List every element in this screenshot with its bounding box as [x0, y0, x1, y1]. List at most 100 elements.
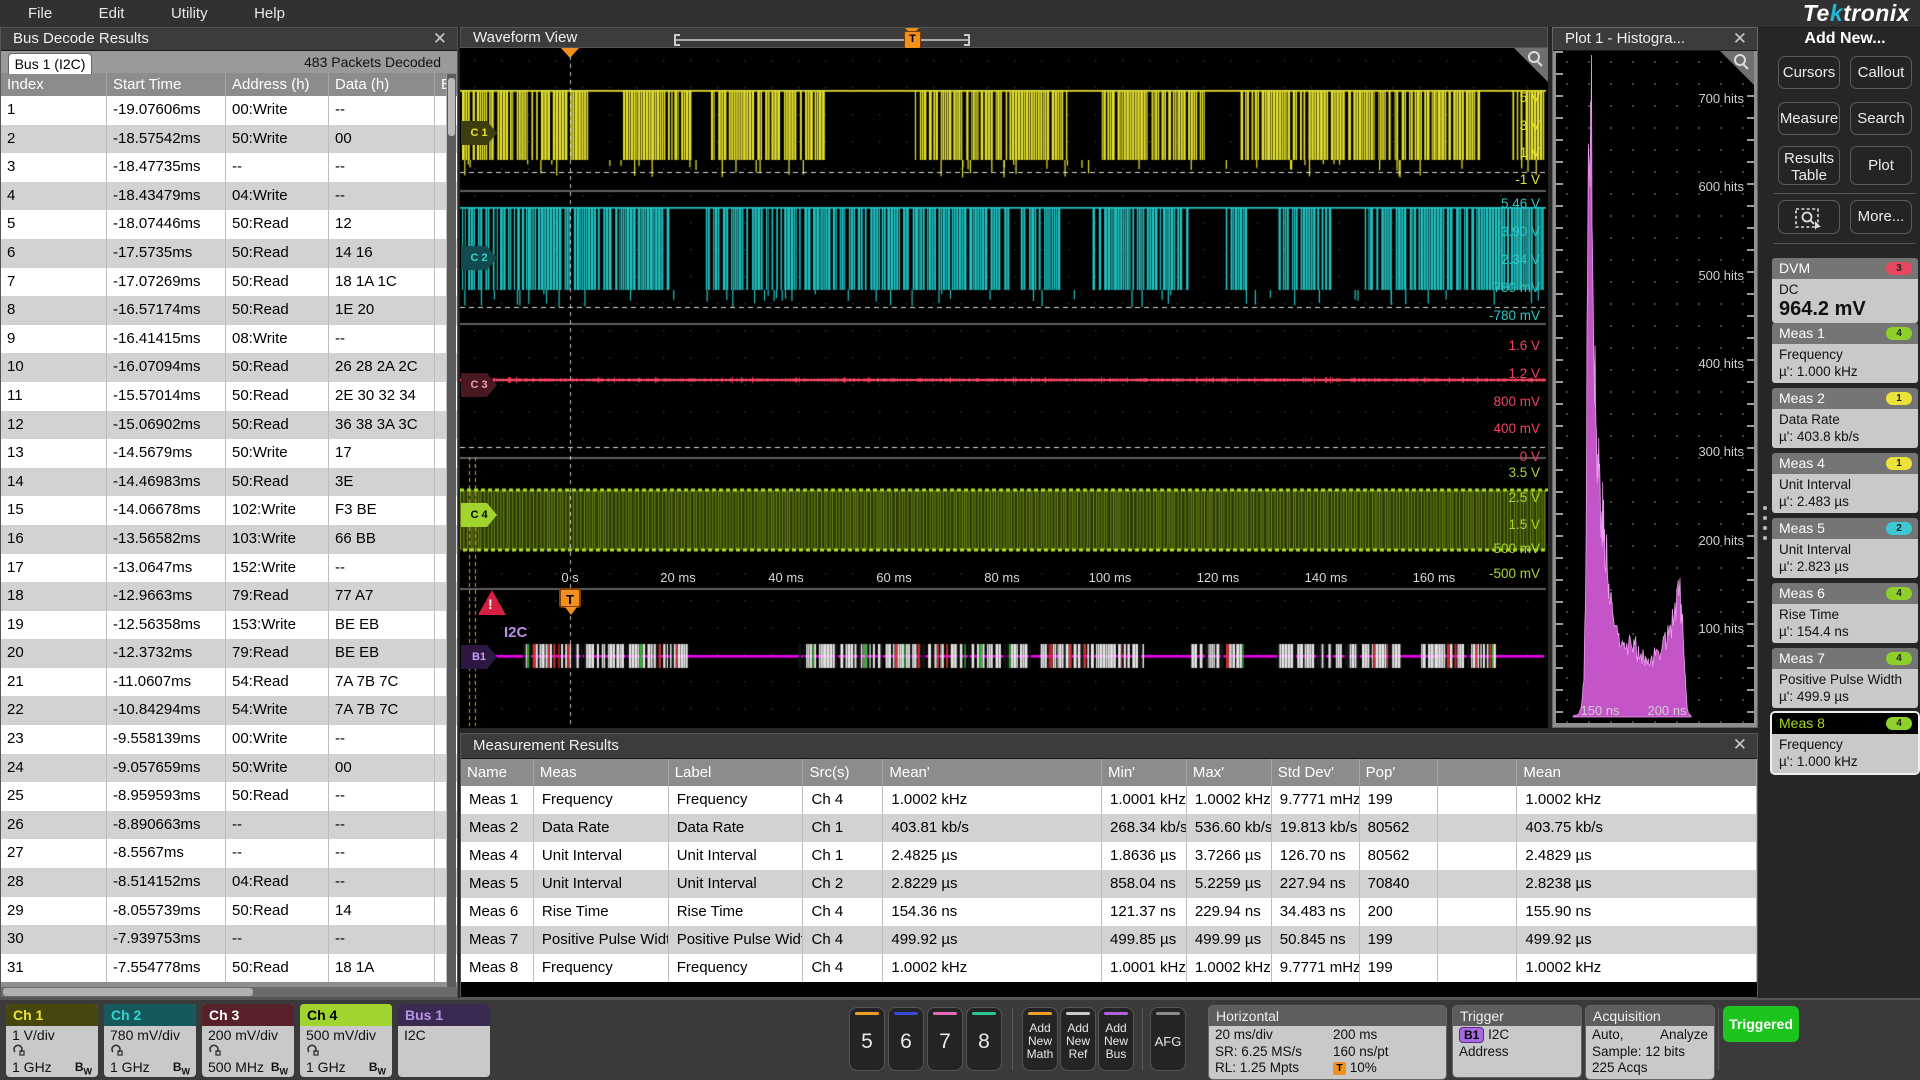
column-header[interactable]: Max' [1187, 759, 1272, 786]
measurement-row[interactable]: Meas 8FrequencyFrequencyCh 41.0002 kHz1.… [461, 954, 1757, 982]
search-button[interactable]: Search [1850, 102, 1912, 135]
menu-file[interactable]: File [14, 0, 66, 27]
channel-badge-ch4[interactable]: Ch 4500 mV/div1 GHzBW [300, 1004, 392, 1077]
bus-decode-row[interactable]: 23-9.558139ms00:Write-- [1, 725, 457, 754]
menu-edit[interactable]: Edit [85, 0, 139, 27]
trigger-marker-badge[interactable]: T [559, 588, 581, 608]
measurement-row[interactable]: Meas 5Unit IntervalUnit IntervalCh 22.82… [461, 870, 1757, 898]
meas-badge-meas1[interactable]: Meas 14Frequencyµ': 1.000 kHz [1772, 323, 1918, 383]
zoom-magnifier-icon[interactable] [1514, 48, 1548, 82]
measurement-row[interactable]: Meas 6Rise TimeRise TimeCh 4154.36 ns121… [461, 898, 1757, 926]
menu-utility[interactable]: Utility [157, 0, 222, 27]
trigger-position-icon[interactable] [561, 48, 579, 58]
bus-decode-row[interactable]: 12-15.06902ms50:Read36 38 3A 3C [1, 411, 457, 440]
channel-badge-bus1[interactable]: Bus 1I2C [398, 1004, 490, 1077]
bus-decode-row[interactable]: 10-16.07094ms50:Read26 28 2A 2C [1, 353, 457, 382]
bus-decode-row[interactable]: 9-16.41415ms08:Write-- [1, 325, 457, 354]
bus-decode-row[interactable]: 29-8.055739ms50:Read14 [1, 897, 457, 926]
tab-bus1-i2c[interactable]: Bus 1 (I2C) [8, 53, 92, 74]
bus-decode-row[interactable]: 26-8.890663ms---- [1, 811, 457, 840]
channel-badge-ch3[interactable]: Ch 3200 mV/div500 MHzBW [202, 1004, 294, 1077]
more-button[interactable]: More... [1850, 200, 1912, 234]
add-new-math-button[interactable]: AddNewMath [1022, 1007, 1058, 1071]
bus-decode-row[interactable]: 22-10.84294ms54:Write7A 7B 7C [1, 696, 457, 725]
meas-badge-meas2[interactable]: Meas 21Data Rateµ': 403.8 kb/s [1772, 388, 1918, 448]
trigger-marker-ruler[interactable]: T [904, 31, 921, 49]
column-header[interactable]: Index [1, 73, 107, 96]
add-channel-6-button[interactable]: 6 [888, 1007, 924, 1071]
meas-badge-meas4[interactable]: Meas 41Unit Intervalµ': 2.483 µs [1772, 453, 1918, 513]
add-channel-8-button[interactable]: 8 [966, 1007, 1002, 1071]
column-header[interactable]: Label [669, 759, 804, 786]
bus-decode-row[interactable]: 15-14.06678ms102:WriteF3 BE [1, 496, 457, 525]
column-header[interactable]: Data (h) [329, 73, 435, 96]
trigger-panel[interactable]: Trigger B1 I2C Address [1452, 1005, 1582, 1078]
add-new-ref-button[interactable]: AddNewRef [1060, 1007, 1096, 1071]
bus-decode-row[interactable]: 5-18.07446ms50:Read12 [1, 210, 457, 239]
vertical-scrollbar[interactable] [447, 74, 456, 987]
channel-badge-ch2[interactable]: Ch 2780 mV/div1 GHzBW [104, 1004, 196, 1077]
bus-decode-row[interactable]: 18-12.9663ms79:Read77 A7 [1, 582, 457, 611]
bus-decode-row[interactable]: 20-12.3732ms79:ReadBE EB [1, 639, 457, 668]
column-header[interactable]: Mean [1517, 759, 1757, 786]
meas-badge-dvm[interactable]: DVM3DC964.2 mV [1772, 258, 1918, 323]
plot-button[interactable]: Plot [1850, 146, 1912, 185]
column-header[interactable] [1438, 759, 1518, 786]
close-icon[interactable]: ✕ [1733, 735, 1747, 755]
bus-decode-row[interactable]: 6-17.5735ms50:Read14 16 [1, 239, 457, 268]
meas-badge-meas6[interactable]: Meas 64Rise Timeµ': 154.4 ns [1772, 583, 1918, 643]
column-header[interactable]: Name [461, 759, 534, 786]
bus-decode-row[interactable]: 4-18.43479ms04:Write-- [1, 182, 457, 211]
horizontal-panel[interactable]: Horizontal 20 ms/div200 ms SR: 6.25 MS/s… [1208, 1005, 1447, 1080]
column-header[interactable]: Pop' [1360, 759, 1438, 786]
column-header[interactable]: Meas [534, 759, 669, 786]
close-icon[interactable]: ✕ [1733, 29, 1747, 49]
bus-decode-row[interactable]: 25-8.959593ms50:Read-- [1, 782, 457, 811]
bus-decode-row[interactable]: 28-8.514152ms04:Read-- [1, 868, 457, 897]
close-icon[interactable]: ✕ [433, 29, 447, 49]
bus-decode-row[interactable]: 14-14.46983ms50:Read3E [1, 468, 457, 497]
column-header[interactable]: Mean' [883, 759, 1102, 786]
column-header[interactable]: E [435, 73, 447, 96]
waveform-grid[interactable]: ! T I2C C 1C 2C 3C 4B1 0 s20 ms40 ms60 m… [460, 48, 1548, 728]
bus-decode-row[interactable]: 11-15.57014ms50:Read2E 30 32 34 [1, 382, 457, 411]
bus-decode-row[interactable]: 30-7.939753ms---- [1, 925, 457, 954]
measurement-row[interactable]: Meas 2Data RateData RateCh 1403.81 kb/s2… [461, 814, 1757, 842]
bus-decode-row[interactable]: 2-18.57542ms50:Write00 [1, 125, 457, 154]
menu-help[interactable]: Help [240, 0, 299, 27]
zoom-overview-ruler[interactable]: T [674, 34, 970, 46]
bus-decode-row[interactable]: 24-9.057659ms50:Write00 [1, 754, 457, 783]
meas-badge-meas7[interactable]: Meas 74Positive Pulse Widthµ': 499.9 µs [1772, 648, 1918, 708]
zoom-box-button[interactable] [1778, 200, 1840, 234]
column-header[interactable]: Address (h) [226, 73, 329, 96]
histogram-plot-area[interactable]: 700 hits600 hits500 hits400 hits300 hits… [1556, 51, 1754, 723]
cursors-button[interactable]: Cursors [1778, 56, 1840, 89]
results-table-button[interactable]: Results Table [1778, 146, 1840, 185]
bus-decode-row[interactable]: 16-13.56582ms103:Write66 BB [1, 525, 457, 554]
meas-badge-meas8[interactable]: Meas 84Frequencyµ': 1.000 kHz [1772, 713, 1918, 773]
callout-button[interactable]: Callout [1850, 56, 1912, 89]
bus-decode-row[interactable]: 7-17.07269ms50:Read18 1A 1C [1, 268, 457, 297]
bus-decode-row[interactable]: 13-14.5679ms50:Write17 [1, 439, 457, 468]
add-channel-5-button[interactable]: 5 [849, 1007, 885, 1071]
column-header[interactable]: Src(s) [803, 759, 883, 786]
acquisition-panel[interactable]: Acquisition Auto,Analyze Sample: 12 bits… [1585, 1005, 1715, 1080]
meas-badge-meas5[interactable]: Meas 52Unit Intervalµ': 2.823 µs [1772, 518, 1918, 578]
bus-decode-row[interactable]: 17-13.0647ms152:Write-- [1, 554, 457, 583]
bus-decode-row[interactable]: 19-12.56358ms153:WriteBE EB [1, 611, 457, 640]
column-header[interactable]: Min' [1102, 759, 1187, 786]
measurement-row[interactable]: Meas 4Unit IntervalUnit IntervalCh 12.48… [461, 842, 1757, 870]
channel-badge-ch1[interactable]: Ch 11 V/div1 GHzBW [6, 1004, 98, 1077]
measure-button[interactable]: Measure [1778, 102, 1840, 135]
add-new-bus-button[interactable]: AddNewBus [1098, 1007, 1134, 1071]
afg-button[interactable]: AFG [1150, 1007, 1186, 1071]
bus-decode-row[interactable]: 31-7.554778ms50:Read18 1A [1, 954, 457, 983]
column-header[interactable]: Start Time [107, 73, 226, 96]
horizontal-scrollbar[interactable] [1, 987, 457, 997]
measurement-row[interactable]: Meas 1FrequencyFrequencyCh 41.0002 kHz1.… [461, 786, 1757, 814]
panel-drag-handle[interactable] [1761, 500, 1769, 550]
bus-decode-row[interactable]: 8-16.57174ms50:Read1E 20 [1, 296, 457, 325]
add-channel-7-button[interactable]: 7 [927, 1007, 963, 1071]
bus-decode-row[interactable]: 27-8.5567ms---- [1, 839, 457, 868]
bus-decode-row[interactable]: 3-18.47735ms---- [1, 153, 457, 182]
